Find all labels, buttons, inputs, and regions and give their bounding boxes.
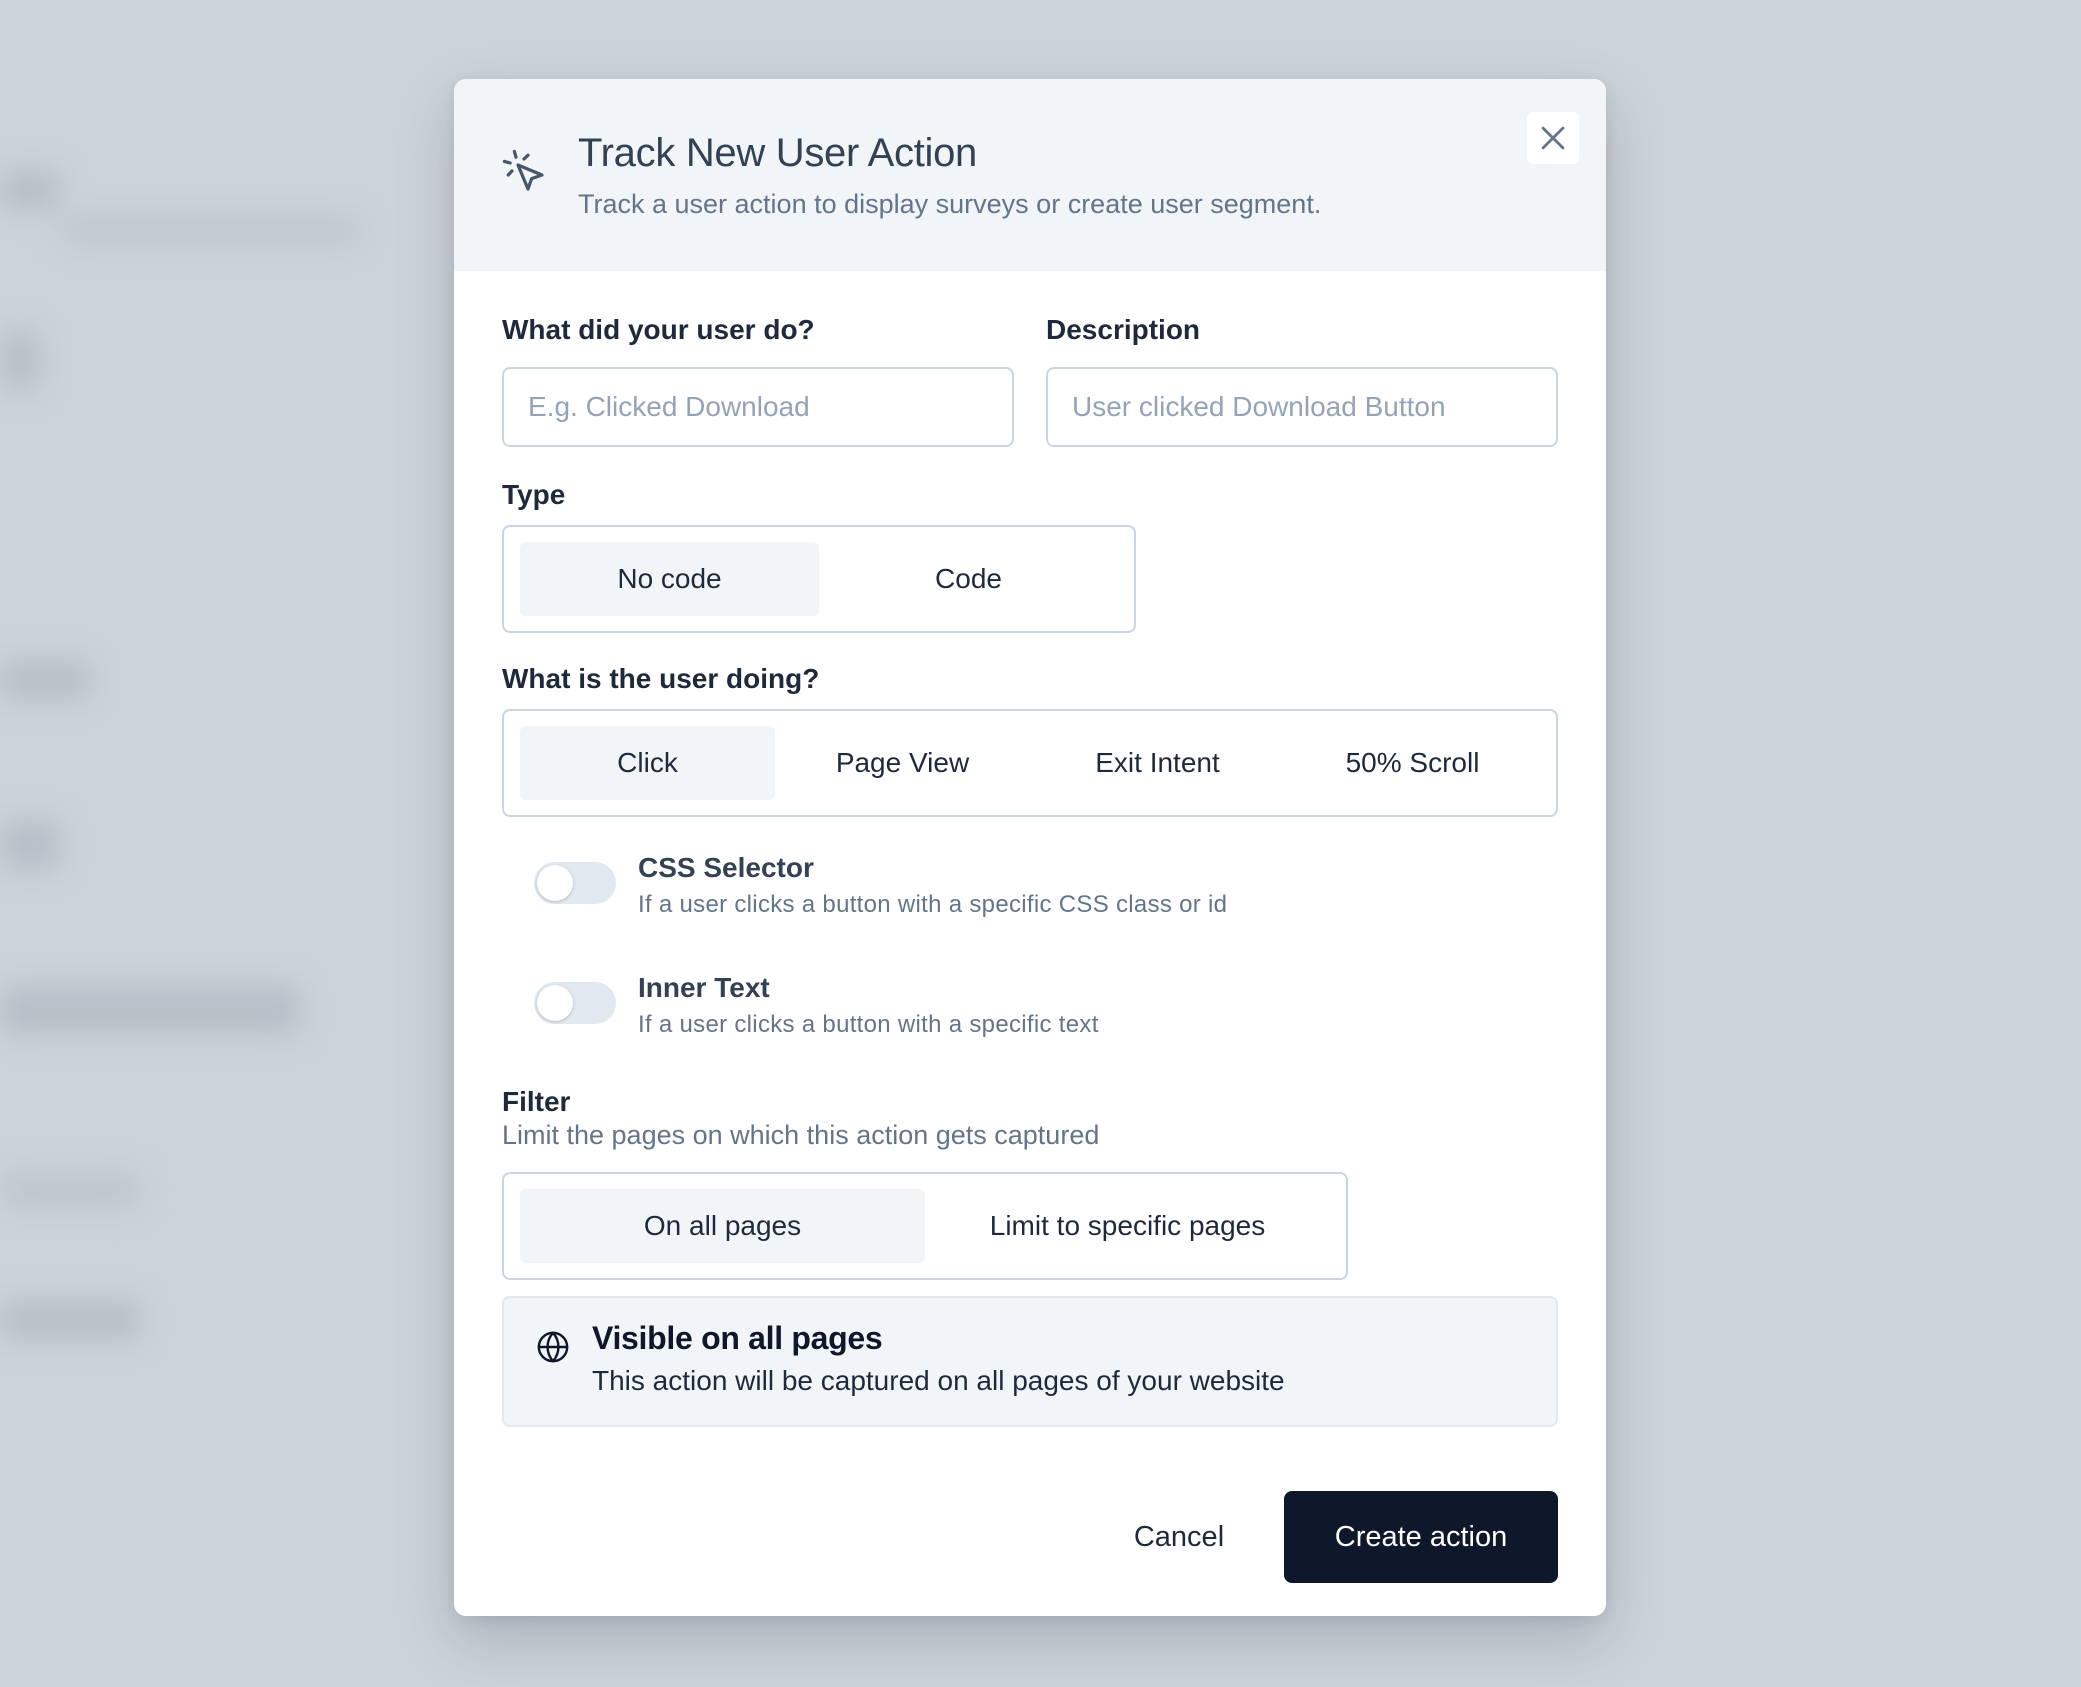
name-label: What did your user do? [502,314,815,345]
filter-selector: On all pages Limit to specific pages [502,1172,1348,1280]
modal-header: Track New User Action Track a user actio… [454,79,1606,271]
toggle-knob [537,865,573,901]
background-blur [0,330,40,390]
event-selector: Click Page View Exit Intent 50% Scroll [502,709,1558,817]
css-selector-description: If a user clicks a button with a specifi… [638,891,1228,918]
globe-icon [537,1331,569,1363]
event-option-click[interactable]: Click [520,726,775,800]
visible-info-box: Visible on all pages This action will be… [502,1296,1558,1427]
type-selector: No code Code [502,525,1136,633]
info-description: This action will be captured on all page… [592,1365,1285,1396]
type-option-no-code[interactable]: No code [520,542,819,616]
filter-subtitle: Limit the pages on which this action get… [502,1120,1100,1150]
background-blur [0,170,60,210]
background-blur [0,820,60,870]
background-blur [0,1170,140,1210]
event-option-page-view[interactable]: Page View [775,726,1030,800]
background-blur [0,985,300,1035]
event-label: What is the user doing? [502,663,820,694]
event-option-exit-intent[interactable]: Exit Intent [1030,726,1285,800]
type-option-code[interactable]: Code [819,542,1118,616]
background-blur [0,1300,140,1340]
toggle-knob [537,985,573,1021]
filter-label: Filter [502,1086,571,1117]
background-blur [0,660,90,700]
track-action-modal: Track New User Action Track a user actio… [454,79,1606,1616]
inner-text-title: Inner Text [638,972,770,1003]
filter-option-all-pages[interactable]: On all pages [520,1189,925,1263]
event-option-scroll[interactable]: 50% Scroll [1285,726,1540,800]
background-blur [60,215,360,245]
close-button[interactable] [1527,112,1579,164]
close-icon [1541,126,1565,150]
cancel-button[interactable]: Cancel [1094,1491,1264,1583]
action-name-input[interactable] [502,367,1014,447]
type-label: Type [502,479,566,510]
inner-text-description: If a user clicks a button with a specifi… [638,1011,1099,1038]
modal-title: Track New User Action [578,131,977,175]
cursor-click-icon [502,149,544,191]
info-title: Visible on all pages [592,1320,883,1356]
description-label: Description [1046,314,1201,345]
css-selector-toggle[interactable] [534,862,616,904]
create-action-button[interactable]: Create action [1284,1491,1558,1583]
inner-text-toggle[interactable] [534,982,616,1024]
filter-option-specific-pages[interactable]: Limit to specific pages [925,1189,1330,1263]
description-input[interactable] [1046,367,1558,447]
css-selector-title: CSS Selector [638,852,814,883]
modal-subtitle: Track a user action to display surveys o… [578,189,1322,219]
